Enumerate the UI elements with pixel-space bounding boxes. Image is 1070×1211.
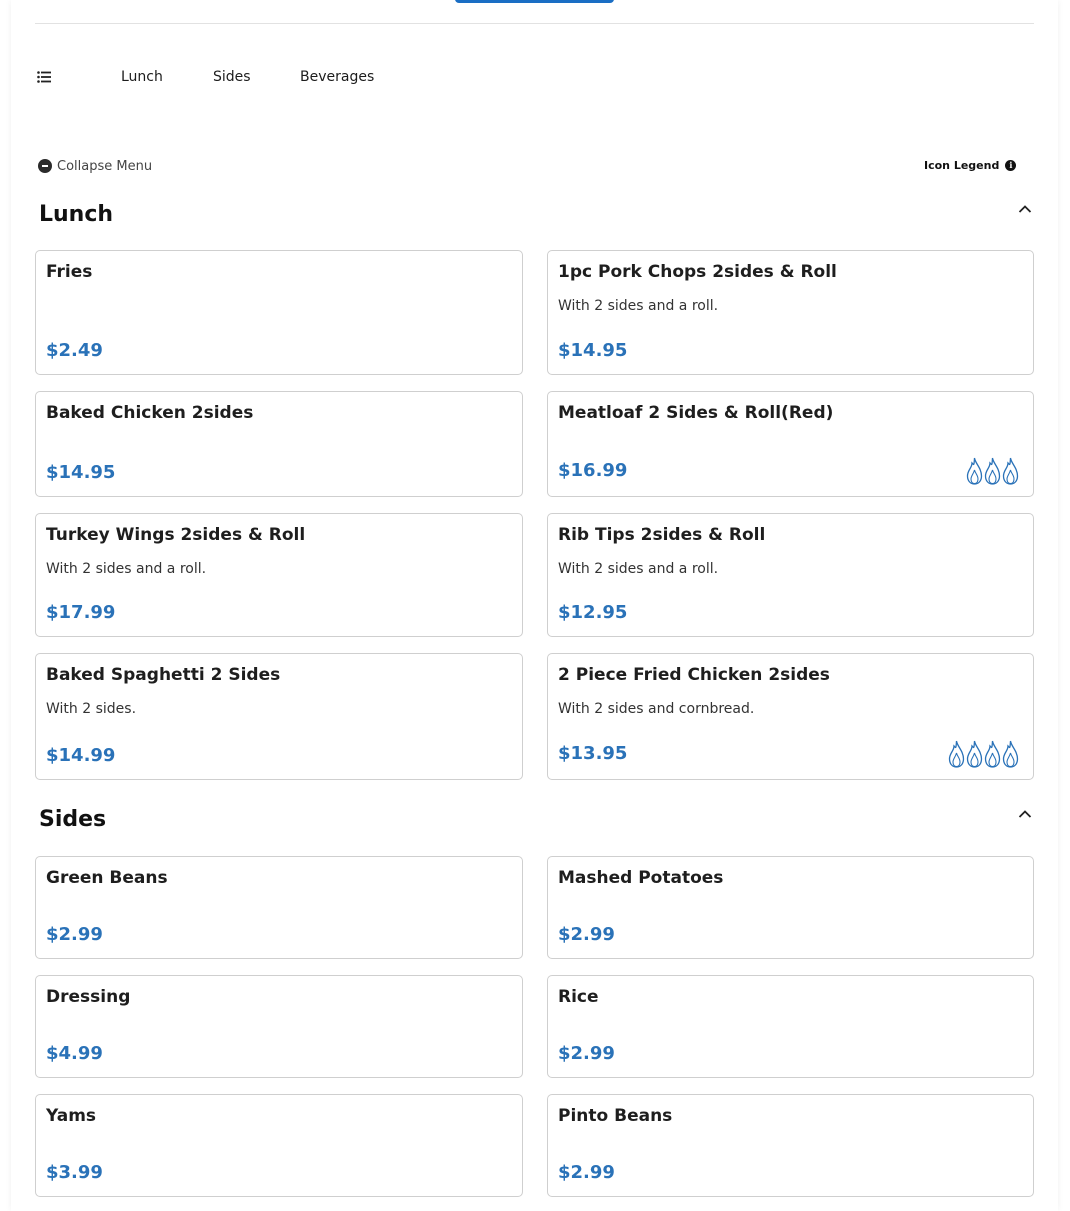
- item-price: $17.99: [46, 602, 116, 623]
- item-name: Green Beans: [46, 868, 168, 888]
- menu-item-card[interactable]: Green Beans $2.99: [35, 856, 523, 959]
- item-price: $16.99: [558, 460, 628, 481]
- item-description: With 2 sides.: [46, 701, 137, 717]
- item-price: $13.95: [558, 743, 628, 764]
- menu-item-card[interactable]: Rice $2.99: [547, 975, 1034, 1078]
- info-icon: i: [1005, 159, 1017, 171]
- section-title-lunch: Lunch: [39, 202, 114, 227]
- category-nav: Lunch Sides Beverages: [35, 60, 1034, 96]
- item-name: 1pc Pork Chops 2sides & Roll: [558, 262, 837, 282]
- item-description: With 2 sides and a roll.: [558, 298, 719, 314]
- menu-item-card[interactable]: Meatloaf 2 Sides & Roll(Red) $16.99: [547, 391, 1034, 497]
- item-name: Meatloaf 2 Sides & Roll(Red): [558, 403, 834, 423]
- menu-item-card[interactable]: Yams $3.99: [35, 1094, 523, 1197]
- menu-item-card[interactable]: Turkey Wings 2sides & Roll With 2 sides …: [35, 513, 523, 637]
- item-name: Dressing: [46, 987, 131, 1007]
- nav-item-lunch[interactable]: Lunch: [121, 69, 163, 85]
- item-name: Turkey Wings 2sides & Roll: [46, 525, 306, 545]
- flame-icon: [966, 740, 983, 768]
- item-price: $2.99: [558, 1162, 615, 1183]
- item-price: $3.99: [46, 1162, 103, 1183]
- nav-item-sides[interactable]: Sides: [213, 69, 251, 85]
- menu-item-card[interactable]: Pinto Beans $2.99: [547, 1094, 1034, 1197]
- item-name: 2 Piece Fried Chicken 2sides: [558, 665, 830, 685]
- item-price: $14.95: [558, 340, 628, 361]
- top-divider: [35, 23, 1034, 24]
- flame-icon: [984, 740, 1001, 768]
- chevron-up-icon[interactable]: [1018, 204, 1032, 214]
- flame-icon: [966, 457, 983, 485]
- item-price: $2.99: [558, 924, 615, 945]
- menu-item-card[interactable]: Mashed Potatoes $2.99: [547, 856, 1034, 959]
- item-price: $2.99: [46, 924, 103, 945]
- collapse-menu-button[interactable]: Collapse Menu: [38, 157, 152, 175]
- icon-legend-label: Icon Legend: [924, 158, 1000, 172]
- menu-item-card[interactable]: Baked Spaghetti 2 Sides With 2 sides. $1…: [35, 653, 523, 780]
- item-name: Rib Tips 2sides & Roll: [558, 525, 766, 545]
- menu-item-card[interactable]: Fries $2.49: [35, 250, 523, 375]
- menu-item-card[interactable]: 2 Piece Fried Chicken 2sides With 2 side…: [547, 653, 1034, 780]
- item-price: $14.99: [46, 745, 116, 766]
- item-description: With 2 sides and a roll.: [558, 561, 719, 577]
- spice-level-indicator: [947, 740, 1019, 768]
- top-primary-button[interactable]: [455, 0, 614, 3]
- flame-icon: [1002, 457, 1019, 485]
- menu-item-card[interactable]: Rib Tips 2sides & Roll With 2 sides and …: [547, 513, 1034, 637]
- item-price: $2.49: [46, 340, 103, 361]
- icon-legend-button[interactable]: Icon Legend i: [924, 157, 1017, 173]
- nav-item-beverages[interactable]: Beverages: [300, 69, 374, 85]
- menu-item-card[interactable]: 1pc Pork Chops 2sides & Roll With 2 side…: [547, 250, 1034, 375]
- item-price: $14.95: [46, 462, 116, 483]
- menu-item-card[interactable]: Baked Chicken 2sides $14.95: [35, 391, 523, 497]
- item-price: $12.95: [558, 602, 628, 623]
- item-description: With 2 sides and a roll.: [46, 561, 207, 577]
- item-name: Yams: [46, 1106, 97, 1126]
- item-name: Pinto Beans: [558, 1106, 673, 1126]
- chevron-up-icon[interactable]: [1018, 809, 1032, 819]
- item-description: With 2 sides and cornbread.: [558, 701, 755, 717]
- flame-icon: [948, 740, 965, 768]
- item-name: Rice: [558, 987, 599, 1007]
- item-name: Mashed Potatoes: [558, 868, 724, 888]
- section-title-sides: Sides: [39, 807, 107, 832]
- collapse-menu-label: Collapse Menu: [57, 158, 153, 174]
- flame-icon: [1002, 740, 1019, 768]
- flame-icon: [984, 457, 1001, 485]
- item-name: Baked Spaghetti 2 Sides: [46, 665, 281, 685]
- spice-level-indicator: [965, 457, 1019, 485]
- menu-list-icon[interactable]: [37, 71, 51, 83]
- menu-item-card[interactable]: Dressing $4.99: [35, 975, 523, 1078]
- item-price: $2.99: [558, 1043, 615, 1064]
- item-price: $4.99: [46, 1043, 103, 1064]
- item-name: Fries: [46, 262, 93, 282]
- collapse-minus-icon: [38, 159, 52, 173]
- item-name: Baked Chicken 2sides: [46, 403, 254, 423]
